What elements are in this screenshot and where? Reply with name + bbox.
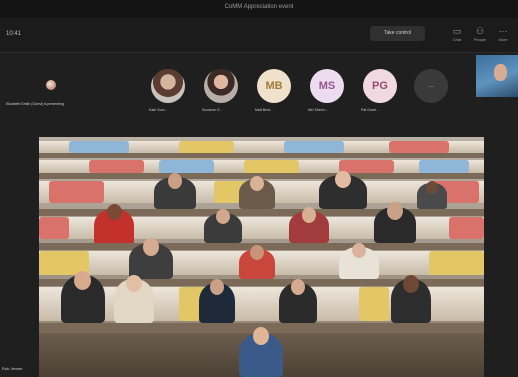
attendee-head bbox=[216, 209, 230, 224]
attendee-head bbox=[107, 204, 122, 220]
seat-red bbox=[449, 217, 484, 239]
attendee-video bbox=[279, 279, 317, 323]
attendee-video bbox=[374, 202, 416, 243]
attendee-video bbox=[239, 176, 275, 209]
more-button[interactable]: ⋯ More bbox=[493, 25, 513, 47]
seat-yellow bbox=[244, 160, 299, 173]
attendee-head bbox=[335, 171, 351, 188]
stage-caption: Rob Jenner bbox=[2, 366, 23, 371]
participant-name: Pat Grant... bbox=[361, 108, 379, 112]
attendee-video bbox=[239, 327, 283, 377]
attendee-head bbox=[352, 243, 366, 258]
attendee-head bbox=[126, 275, 142, 292]
seat-red bbox=[389, 141, 449, 153]
seat-blue bbox=[69, 141, 129, 153]
attendee-head bbox=[426, 181, 438, 194]
attendee-head bbox=[403, 275, 419, 293]
attendee-head bbox=[250, 245, 264, 260]
people-button-label: People bbox=[473, 37, 487, 42]
attendee-head bbox=[291, 279, 305, 295]
attendee-head bbox=[253, 327, 269, 345]
attendee-head bbox=[143, 238, 159, 256]
together-mode-stage bbox=[39, 137, 484, 377]
attendee-head bbox=[210, 279, 224, 295]
view-control-button[interactable]: Take control bbox=[370, 26, 425, 41]
meeting-toolbar: 10:41 Take control ▭ Chat ⚇ People ⋯ Mor… bbox=[0, 18, 518, 53]
presenter-avatar bbox=[46, 80, 56, 90]
participant-avatar[interactable]: MS bbox=[310, 69, 344, 103]
attendee-video bbox=[94, 204, 134, 245]
attendee-head bbox=[250, 176, 264, 191]
seat-red bbox=[49, 181, 104, 203]
attendee-video bbox=[289, 207, 329, 243]
desk-row bbox=[39, 153, 484, 158]
chat-button-label: Chat bbox=[452, 37, 462, 42]
participants-strip: Elizabeth Smith (Guest) is presenting Ka… bbox=[0, 53, 518, 120]
attendee-video bbox=[199, 279, 235, 323]
seat-blue bbox=[159, 160, 214, 173]
seat-yellow bbox=[359, 287, 389, 321]
more-participants-label: ... bbox=[428, 82, 434, 89]
chat-button[interactable]: ▭ Chat bbox=[447, 25, 467, 47]
seat-row bbox=[39, 141, 484, 153]
attendee-video bbox=[339, 243, 379, 279]
participant-avatar[interactable]: PG bbox=[363, 69, 397, 103]
participant-avatar[interactable]: MB bbox=[257, 69, 291, 103]
participant-name: Matt Bent... bbox=[255, 108, 273, 112]
attendee-head bbox=[302, 207, 316, 223]
presenter-tile[interactable]: Elizabeth Smith (Guest) is presenting bbox=[6, 65, 106, 109]
participant-avatar[interactable] bbox=[151, 69, 185, 103]
attendee-video bbox=[61, 271, 105, 323]
attendee-video bbox=[319, 171, 367, 209]
more-participants-button[interactable]: ... bbox=[414, 69, 448, 103]
more-button-label: More bbox=[498, 37, 508, 42]
window-title: CoMM Appreciation event bbox=[224, 4, 294, 10]
seat-blue bbox=[419, 160, 469, 173]
seat-blue bbox=[284, 141, 344, 153]
participant-name: Kate Som... bbox=[149, 108, 168, 112]
presenter-caption: Elizabeth Smith (Guest) is presenting bbox=[6, 102, 64, 106]
attendee-video bbox=[417, 181, 447, 209]
attendee-video bbox=[129, 238, 173, 279]
more-icon: ⋯ bbox=[498, 26, 508, 36]
people-icon: ⚇ bbox=[475, 26, 485, 36]
seat-red bbox=[89, 160, 144, 173]
attendee-video bbox=[204, 209, 242, 243]
attendee-video bbox=[154, 173, 196, 209]
self-view-face bbox=[494, 64, 507, 81]
attendee-head bbox=[168, 173, 182, 189]
people-button[interactable]: ⚇ People bbox=[470, 25, 490, 47]
participant-name: Suzanne O... bbox=[202, 108, 223, 112]
attendee-head bbox=[74, 271, 91, 290]
attendee-video bbox=[114, 275, 154, 323]
title-bar: CoMM Appreciation event bbox=[0, 0, 518, 18]
participant-avatar[interactable] bbox=[204, 69, 238, 103]
attendee-head bbox=[387, 202, 403, 220]
seat-yellow bbox=[429, 251, 484, 275]
participant-name: Mel Sheen... bbox=[308, 108, 328, 112]
attendee-video bbox=[391, 275, 431, 323]
meeting-timer: 10:41 bbox=[6, 31, 22, 37]
seat-red bbox=[339, 160, 394, 173]
chat-icon: ▭ bbox=[452, 26, 462, 36]
teams-meeting-window: CoMM Appreciation event 10:41 Take contr… bbox=[0, 0, 518, 377]
self-view-video[interactable] bbox=[476, 55, 518, 97]
seat-row bbox=[39, 160, 484, 173]
seat-red bbox=[39, 217, 69, 239]
attendee-video bbox=[239, 245, 275, 279]
seat-yellow bbox=[179, 141, 234, 153]
